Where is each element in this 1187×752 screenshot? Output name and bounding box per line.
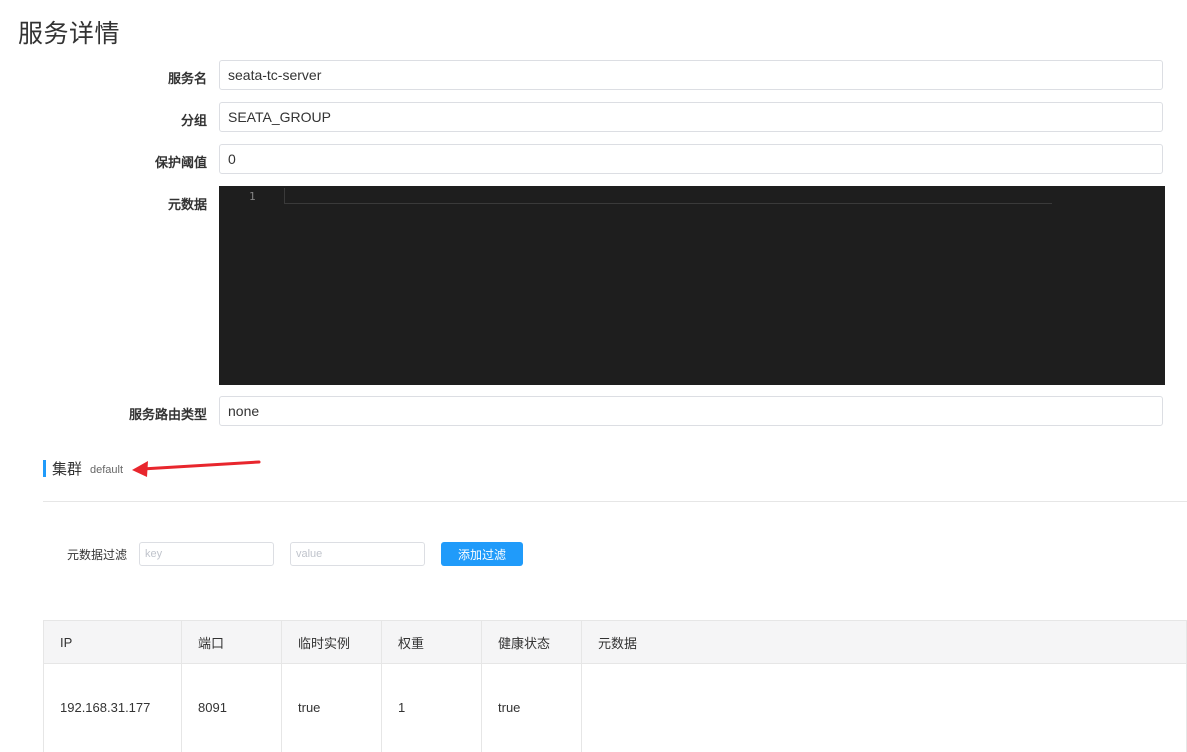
instances-table: IP 端口 临时实例 权重 健康状态 元数据 192.168.31.177 80… [43,620,1187,752]
cell-ip: 192.168.31.177 [43,663,182,752]
protect-threshold-input[interactable] [219,144,1163,174]
metadata-filter-label: 元数据过滤 [67,548,128,562]
column-header-healthy: 健康状态 [481,620,582,664]
group-label: 分组 [180,113,207,128]
annotation-arrow-icon [132,460,261,477]
column-header-metadata: 元数据 [581,620,1187,664]
column-header-weight: 权重 [381,620,482,664]
column-header-ip: IP [43,620,182,664]
group-input[interactable] [219,102,1163,132]
table-header-row: IP 端口 临时实例 权重 健康状态 元数据 [43,620,1187,664]
column-header-ephemeral: 临时实例 [281,620,382,664]
protect-threshold-label: 保护阈值 [154,155,207,170]
add-filter-button[interactable]: 添加过滤 [441,542,523,566]
filter-value-input[interactable] [290,542,425,566]
service-name-label: 服务名 [167,71,207,86]
cluster-title: 集群 [52,461,83,478]
cell-ephemeral: true [281,663,382,752]
filter-key-input[interactable] [139,542,274,566]
editor-line-number: 1 [249,190,256,203]
table-row: 192.168.31.177 8091 true 1 true [43,663,1187,752]
cell-metadata [581,663,1187,752]
cluster-section-title: 集群 default [43,460,124,478]
cell-port: 8091 [181,663,282,752]
column-header-port: 端口 [181,620,282,664]
service-name-input[interactable] [219,60,1163,90]
editor-current-line[interactable] [284,188,1052,204]
section-divider [43,501,1187,502]
route-type-label: 服务路由类型 [128,407,207,422]
page-title: 服务详情 [18,20,121,48]
route-type-input[interactable] [219,396,1163,426]
cell-weight: 1 [381,663,482,752]
metadata-code-editor[interactable]: 1 [219,186,1165,385]
cluster-name: default [90,464,124,476]
metadata-label: 元数据 [167,197,207,212]
cell-healthy: true [481,663,582,752]
